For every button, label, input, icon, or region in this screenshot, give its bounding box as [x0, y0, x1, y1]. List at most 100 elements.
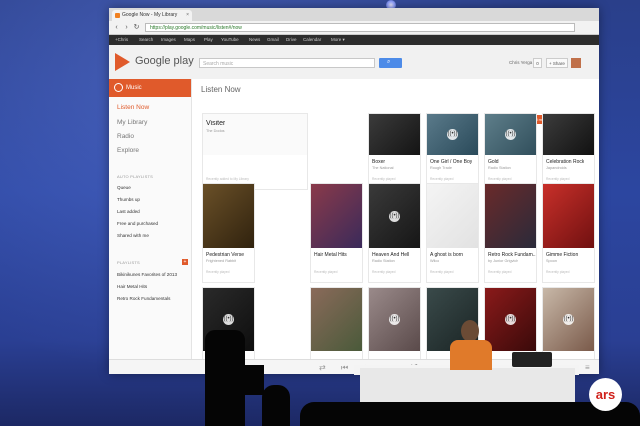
audience-silhouette: [262, 385, 290, 426]
album-card[interactable]: Visiter The Dodos Recently added to My Lib…: [202, 113, 308, 190]
search-input[interactable]: Search music: [199, 58, 375, 68]
recent-activity: Recently played: [488, 177, 512, 181]
album-art: ((•)): [427, 114, 478, 155]
music-section-tab[interactable]: Music: [109, 79, 191, 97]
gbar-link[interactable]: Search: [139, 35, 153, 45]
nav-explore[interactable]: Explore: [117, 147, 139, 154]
album-art: [543, 184, 594, 248]
avatar[interactable]: [571, 58, 581, 68]
url-field[interactable]: https://play.google.com/music/listen#/no…: [145, 23, 575, 32]
album-card[interactable]: Celebration Rock Japandroids Recently play…: [542, 113, 595, 190]
album-art: [311, 288, 362, 351]
play-logo-text[interactable]: Google play: [135, 55, 194, 67]
auto-playlists-heading: AUTO PLAYLISTS: [117, 174, 153, 179]
auto-playlist-item[interactable]: Thumbs up: [117, 197, 140, 202]
album-art: [369, 114, 420, 155]
album-card[interactable]: A ghost is born Wilco Recently played: [426, 183, 479, 283]
favicon-icon: [115, 13, 120, 18]
album-art: ((•)): [543, 288, 594, 351]
tab-close-icon[interactable]: ×: [186, 10, 189, 21]
gbar-more[interactable]: More ▾: [331, 35, 345, 45]
queue-icon[interactable]: ≡: [585, 362, 590, 373]
album-title: Boxer: [372, 159, 386, 165]
sidebar: Music Listen Now My Library Radio Explor…: [109, 79, 192, 359]
music-section-label: Music: [126, 85, 142, 91]
share-button[interactable]: + Share: [546, 58, 568, 68]
gbar-link[interactable]: YouTube: [221, 35, 239, 45]
forward-icon[interactable]: ›: [122, 23, 131, 32]
album-card[interactable]: ((•)) Gold Radio Station Recently played: [484, 113, 537, 190]
audience-silhouette: [300, 402, 640, 426]
recent-activity: Recently played: [546, 270, 570, 274]
album-card[interactable]: ((•)) One Girl / One Boy Rough Trade Recent…: [426, 113, 479, 190]
album-card[interactable]: Boxer The National Recently played: [368, 113, 421, 190]
search-button[interactable]: ⌕: [379, 58, 402, 68]
add-playlist-icon[interactable]: +: [182, 259, 188, 265]
playlists-heading: PLAYLISTS: [117, 260, 140, 265]
play-header: Google play Search music ⌕ Chris Yerga 0…: [109, 45, 599, 80]
album-art: [485, 184, 536, 248]
album-artist: Japandroids: [546, 166, 567, 170]
main-content: Listen Now Upload music ⚙ VisiterThe Dod…: [192, 79, 599, 374]
gbar-link[interactable]: Maps: [184, 35, 195, 45]
album-art: [543, 114, 594, 155]
reload-icon[interactable]: ↻: [132, 23, 141, 32]
account-name[interactable]: Chris Yerga: [509, 58, 532, 68]
album-title: Celebration Rock: [546, 159, 585, 165]
radio-station-icon: ((•)): [389, 314, 400, 325]
ars-logo: ars: [589, 378, 622, 411]
auto-playlist-item[interactable]: Last added: [117, 209, 140, 214]
album-title: Pedestrian Verse: [206, 252, 245, 258]
gbar-link[interactable]: Play: [204, 35, 213, 45]
gbar-link[interactable]: +Chris: [115, 35, 128, 45]
album-artist: Frightened Rabbit: [206, 259, 237, 263]
album-art: ((•)): [485, 114, 536, 155]
laptop: [512, 352, 552, 367]
album-title: Visiter: [206, 120, 226, 127]
recent-activity: Recently played: [546, 177, 570, 181]
album-title: Heaven And Hell: [372, 252, 410, 258]
album-card[interactable]: Retro Rock Fundam... by Junior Grigvich Re…: [484, 183, 537, 283]
album-card[interactable]: ((•)) Heaven And Hell Radio Station Recentl…: [368, 183, 421, 283]
previous-icon[interactable]: ⏮: [341, 362, 348, 373]
address-bar: ‹ › ↻ https://play.google.com/music/list…: [109, 21, 599, 35]
nav-listen-now[interactable]: Listen Now: [117, 104, 149, 111]
album-title: One Girl / One Boy: [430, 159, 473, 165]
gbar-link[interactable]: News: [249, 35, 260, 45]
gbar-link[interactable]: Drive: [286, 35, 297, 45]
album-card[interactable]: Hair Metal Hits Recently played: [310, 183, 363, 283]
radio-station-icon: ((•)): [389, 210, 400, 222]
radio-station-icon: ((•)): [505, 129, 516, 140]
auto-playlist-item[interactable]: Shared with me: [117, 233, 149, 238]
album-artist: The National: [372, 166, 394, 170]
album-artist: The Dodos: [206, 129, 225, 133]
gbar-link[interactable]: Gmail: [267, 35, 279, 45]
browser-tab-bar: Google Now - My Library ×: [109, 8, 599, 21]
album-art: ((•)): [369, 288, 420, 351]
album-art: [311, 184, 362, 248]
playlist-item[interactable]: Hair Metal Hits: [117, 284, 147, 289]
browser-tab[interactable]: Google Now - My Library ×: [112, 10, 192, 21]
auto-playlist-item[interactable]: Free and purchased: [117, 221, 158, 226]
album-artist: Radio Station: [488, 166, 511, 170]
tab-title: Google Now - My Library: [122, 12, 178, 18]
album-title: A ghost is born: [430, 252, 464, 258]
repeat-icon[interactable]: ⇄: [319, 362, 326, 373]
radio-station-icon: ((•)): [447, 129, 458, 140]
playlist-item[interactable]: Retro Rock Fundamentals: [117, 296, 170, 301]
nav-radio[interactable]: Radio: [117, 133, 134, 140]
album-card[interactable]: Pedestrian Verse Frightened Rabbit Recentl…: [202, 183, 255, 283]
nav-my-library[interactable]: My Library: [117, 119, 147, 126]
gbar-link[interactable]: Images: [161, 35, 176, 45]
album-card[interactable]: Gimme Fiction Spoon Recently played: [542, 183, 595, 283]
recent-activity: Recently played: [372, 177, 396, 181]
recent-activity: Recently played: [372, 270, 396, 274]
recent-activity: Recently played: [488, 270, 512, 274]
gbar-link[interactable]: Calendar: [303, 35, 321, 45]
auto-playlist-item[interactable]: Queue: [117, 185, 131, 190]
notification-count[interactable]: 0: [533, 58, 542, 68]
album-artist: Radio Station: [372, 259, 395, 263]
back-icon[interactable]: ‹: [112, 23, 121, 32]
playlist-item[interactable]: Bikinikunes Favorites of 2013: [117, 272, 177, 277]
recent-activity: Recently played: [206, 270, 230, 274]
